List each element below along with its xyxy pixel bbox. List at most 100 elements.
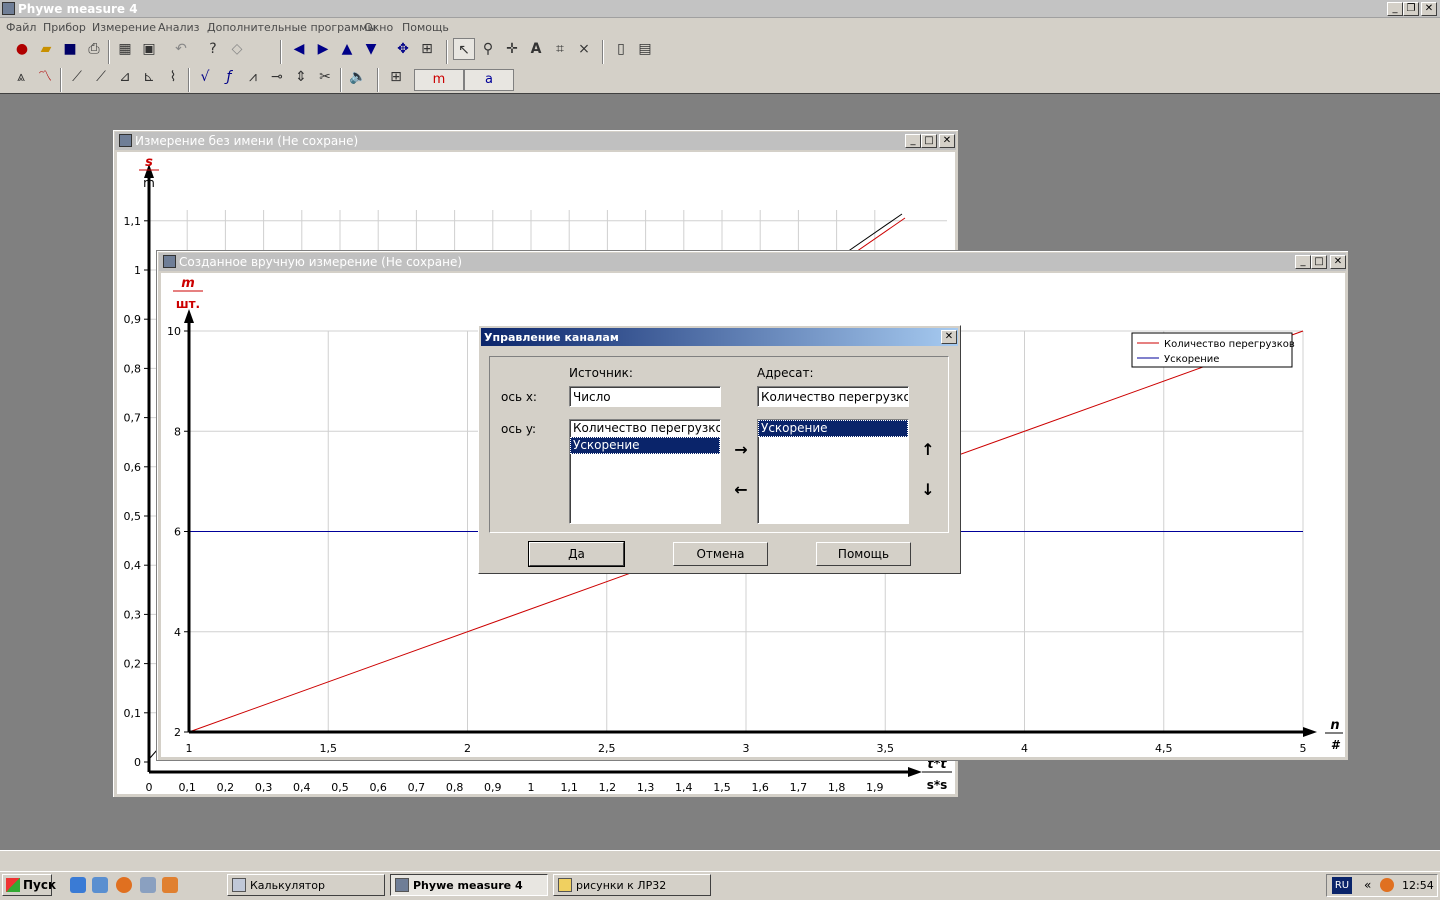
front-x-tick: 3 <box>743 742 750 755</box>
ie-icon[interactable] <box>70 877 86 893</box>
dialog-titlebar: Управление каналам ✕ <box>481 328 958 346</box>
back-y-tick: 0,7 <box>124 412 142 425</box>
arrow-left-icon[interactable]: ◀ <box>288 38 310 60</box>
menu-analysis[interactable]: Анализ <box>158 21 200 34</box>
move-icon[interactable]: ✥ <box>392 38 414 60</box>
language-indicator[interactable]: RU <box>1332 877 1352 894</box>
dialog-close-button[interactable]: ✕ <box>941 330 957 344</box>
channel-manager-icon[interactable]: ⊞ <box>385 66 407 88</box>
tray-app-icon[interactable] <box>1380 878 1394 892</box>
menu-extra-programs[interactable]: Дополнительные программы <box>207 21 376 34</box>
text-tool-icon[interactable]: A <box>525 38 547 60</box>
window-icon <box>119 134 132 147</box>
module-icon[interactable]: ▯ <box>610 38 632 60</box>
source-channel-list[interactable]: Количество перегрузков Ускорение <box>569 419 721 524</box>
cursor-icon[interactable]: ↖ <box>453 38 475 60</box>
taskbar-phywe[interactable]: Phywe measure 4 <box>390 874 548 896</box>
taskbar-folder[interactable]: рисунки к ЛР32 <box>553 874 711 896</box>
channel-manager-dialog[interactable]: Управление каналам ✕ Источник: Адресат: … <box>478 325 961 574</box>
eraser-icon[interactable]: ◇ <box>226 38 248 60</box>
menu-file[interactable]: Файл <box>6 21 36 34</box>
menu-help[interactable]: Помощь <box>402 21 449 34</box>
crosshair-icon[interactable]: ✛ <box>501 38 523 60</box>
arrow-up-icon[interactable]: ▲ <box>336 38 358 60</box>
tray-expand-icon[interactable]: « <box>1364 878 1371 892</box>
ie-refresh-icon[interactable] <box>92 877 108 893</box>
window-back-close-button[interactable]: ✕ <box>939 134 955 148</box>
display-icon[interactable]: ▤ <box>634 38 656 60</box>
filter-icon[interactable]: ⊸ <box>266 66 288 88</box>
open-folder-icon[interactable]: ▰ <box>35 38 57 60</box>
window-front-maximize-button[interactable]: □ <box>1311 255 1327 269</box>
front-y-tick: 4 <box>174 626 181 639</box>
marker-icon[interactable]: ⌗ <box>549 38 571 60</box>
table-icon[interactable]: ▦ <box>114 38 136 60</box>
move-right-arrow-icon[interactable]: → <box>731 440 751 460</box>
help-icon[interactable]: ? <box>202 38 224 60</box>
restore-button[interactable]: ❐ <box>1403 2 1419 16</box>
save-icon[interactable]: ■ <box>59 38 81 60</box>
graph-window-icon[interactable]: ▣ <box>138 38 160 60</box>
front-x-tick: 2,5 <box>598 742 616 755</box>
x-dest-field[interactable]: Количество перегрузков <box>757 386 909 407</box>
back-x-tick: 1,1 <box>560 781 578 794</box>
x-source-field[interactable]: Число <box>569 386 721 407</box>
window-front-minimize-button[interactable]: _ <box>1295 255 1311 269</box>
channel-a-button[interactable]: a <box>464 69 514 91</box>
move-left-arrow-icon[interactable]: ← <box>731 480 751 500</box>
autoscale-icon[interactable]: ⊞ <box>416 38 438 60</box>
undo-icon[interactable]: ↶ <box>170 38 192 60</box>
channel-m-button[interactable]: m <box>414 69 464 91</box>
menu-device[interactable]: Прибор <box>43 21 86 34</box>
calculator-icon <box>232 878 246 892</box>
taskbar-calculator[interactable]: Калькулятор <box>227 874 385 896</box>
window-back-minimize-button[interactable]: _ <box>905 134 921 148</box>
dialog-title: Управление каналам <box>484 331 619 344</box>
smooth-icon[interactable]: ⌇ <box>162 66 184 88</box>
help-button[interactable]: Помощь <box>816 542 911 566</box>
firefox-icon[interactable] <box>116 877 132 893</box>
move-down-arrow-icon[interactable]: ↓ <box>918 480 938 500</box>
arrow-right-icon[interactable]: ▶ <box>312 38 334 60</box>
back-x-tick: 1,5 <box>713 781 731 794</box>
cancel-button[interactable]: Отмена <box>673 542 768 566</box>
ok-button[interactable]: Да <box>528 541 625 567</box>
arrow-down-icon[interactable]: ▼ <box>360 38 382 60</box>
menu-measurement[interactable]: Измерение <box>92 21 156 34</box>
taskbar <box>0 871 1440 900</box>
curve-icon[interactable]: 〽 <box>34 66 56 88</box>
menu-window[interactable]: Окно <box>364 21 393 34</box>
record-icon[interactable]: ● <box>11 38 33 60</box>
function-icon[interactable]: ƒ <box>218 66 240 88</box>
window-back-maximize-button[interactable]: □ <box>921 134 937 148</box>
minimize-button[interactable]: _ <box>1387 2 1403 16</box>
calculator-quick-icon[interactable] <box>140 877 156 893</box>
back-x-tick: 1,2 <box>599 781 617 794</box>
integral-icon[interactable]: ⊿ <box>114 66 136 88</box>
channel-adjust-icon[interactable]: ⇕ <box>290 66 312 88</box>
source-item-acceleration[interactable]: Ускорение <box>570 437 720 454</box>
app-quick-icon[interactable] <box>162 877 178 893</box>
cut-icon[interactable]: ✂ <box>314 66 336 88</box>
move-up-arrow-icon[interactable]: ↑ <box>918 440 938 460</box>
zoom-icon[interactable]: ⚲ <box>477 38 499 60</box>
slope-icon[interactable]: ⟋ <box>90 66 112 88</box>
print-icon[interactable]: ⎙ <box>83 38 105 60</box>
app-title: Phywe measure 4 <box>18 2 138 16</box>
statusbar <box>0 850 1440 871</box>
dest-item-acceleration[interactable]: Ускорение <box>758 420 908 437</box>
close-button[interactable]: ✕ <box>1421 2 1437 16</box>
start-button[interactable]: Пуск <box>2 874 56 896</box>
window-front-close-button[interactable]: ✕ <box>1330 255 1346 269</box>
derivative-icon[interactable]: ⊾ <box>138 66 160 88</box>
sqrt-icon[interactable]: √ <box>194 66 216 88</box>
regression-icon[interactable]: ⟋ <box>66 66 88 88</box>
peak-icon[interactable]: ⩓ <box>10 66 32 88</box>
dest-channel-list[interactable]: Ускорение <box>757 419 909 524</box>
sound-icon[interactable]: 🔈 <box>347 66 369 88</box>
legend-label-overloads: Количество перегрузков <box>1164 339 1295 350</box>
back-x-tick: 0,9 <box>484 781 502 794</box>
survey-icon[interactable]: ⨯ <box>573 38 595 60</box>
source-item-overloads[interactable]: Количество перегрузков <box>570 420 720 437</box>
fourier-icon[interactable]: ⩘ <box>242 66 264 88</box>
